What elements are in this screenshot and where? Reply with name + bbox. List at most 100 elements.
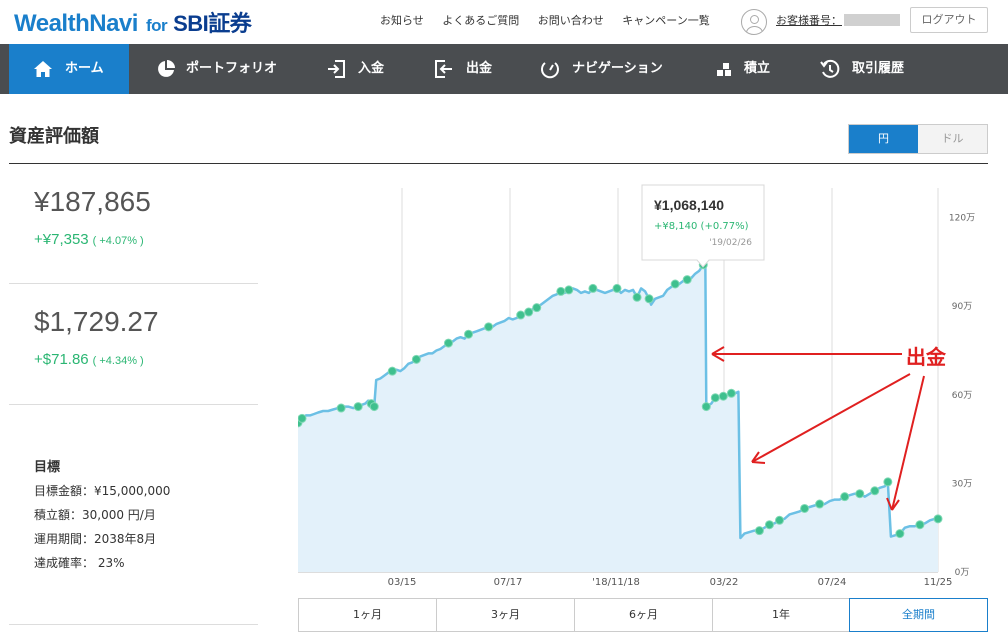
utility-links: お知らせ よくあるご質問 お問い合わせ キャンペーン一覧 [380,12,725,28]
data-point [532,303,542,313]
nav-savings[interactable]: 積立 [700,44,790,94]
data-point [516,310,526,320]
link-news[interactable]: お知らせ [380,14,424,27]
data-point [754,526,764,536]
section-divider [9,163,988,164]
goal-target-amount: 目標金額：¥15,000,000 [34,484,171,498]
period-6m-button[interactable]: 6ヶ月 [575,599,713,631]
nav-withdraw-label: 出金 [466,61,493,76]
data-point [612,283,622,293]
data-point [484,322,494,332]
main-nav: ホーム ポートフォリオ 入金 出金 ナビゲーション 積立 取引履歴 [0,44,1008,94]
top-header: WealthNavi for SBI証券 お知らせ よくあるご質問 お問い合わせ キ… [0,0,1008,44]
currency-usd-button[interactable]: ドル [918,125,987,153]
data-point [443,338,453,348]
pie-chart-icon [158,60,175,77]
x-tick-label: 03/15 [388,577,417,588]
gauge-icon [541,62,559,79]
nav-history[interactable]: 取引履歴 [806,44,926,94]
data-point [353,402,363,412]
logo-partner: SBI証券 [173,11,252,36]
period-1y-button[interactable]: 1年 [713,599,850,631]
usd-gain-percent: ( +4.34% ) [92,355,144,367]
data-point [682,275,692,285]
goal-heading: 目標 [34,460,61,475]
nav-home-label: ホーム [65,61,104,76]
data-point [336,403,346,413]
data-point [710,393,720,403]
goal-probability: 達成確率： 23% [34,556,125,570]
withdraw-icon [435,60,452,78]
nav-navigation-label: ナビゲーション [572,61,663,76]
y-tick-label: 90万 [952,302,972,312]
data-point [632,292,642,302]
data-point [840,492,850,502]
data-point [895,529,905,539]
data-point [855,489,865,499]
data-point [800,503,810,513]
nav-deposit[interactable]: 入金 [312,44,402,94]
period-3m-button[interactable]: 3ヶ月 [437,599,575,631]
tooltip: ¥1,068,140 +¥8,140 (+0.77%) '19/02/26 [641,184,765,268]
data-point [883,477,893,487]
x-tick-label: 07/24 [818,577,847,588]
data-point [915,520,925,530]
nav-savings-label: 積立 [744,61,771,76]
nav-portfolio[interactable]: ポートフォリオ [140,44,290,94]
x-tick-label: '18/11/18 [592,577,640,588]
data-point [524,307,534,317]
summary-divider [9,283,258,284]
goal-monthly-amount: 積立額：30,000 円/月 [34,508,156,522]
link-contact[interactable]: お問い合わせ [538,14,604,27]
data-point [933,514,943,524]
logo[interactable]: WealthNavi for SBI証券 [14,6,252,38]
nav-home[interactable]: ホーム [9,44,129,94]
blocks-icon [717,63,731,76]
y-tick-label: 60万 [952,391,972,401]
data-point [588,283,598,293]
x-tick-label: 07/17 [494,577,523,588]
goal-period: 運用期間：2038年8月 [34,532,157,546]
currency-toggle: 円 ドル [848,124,988,154]
annotation-arrow [751,373,911,463]
nav-history-label: 取引履歴 [852,61,905,76]
usd-total-amount: $1,729.27 [34,306,159,337]
nav-withdraw[interactable]: 出金 [420,44,510,94]
series-area [298,256,938,572]
data-point [701,402,711,412]
nav-portfolio-label: ポートフォリオ [186,61,278,76]
tooltip-change: +¥8,140 (+0.77%) [654,221,749,232]
data-point [870,486,880,496]
annotation-arrow [891,375,925,511]
period-1m-button[interactable]: 1ヶ月 [299,599,437,631]
page-title: 資産評価額 [9,126,99,147]
jpy-gain-percent: ( +4.07% ) [92,235,144,247]
customer-number[interactable]: お客様番号： [776,12,900,28]
asset-value-chart[interactable]: 0万 30万 60万 90万 120万 03/15 07/17 '18/11/18 03/22 0… [298,180,998,590]
jpy-gain-value: +¥7,353 [34,231,89,248]
logout-button[interactable]: ログアウト [910,7,988,33]
x-tick-label: 03/22 [710,577,739,588]
logo-main: WealthNavi [14,10,138,37]
period-all-button[interactable]: 全期間 [849,598,988,632]
user-avatar-icon[interactable] [741,9,767,35]
nav-navigation[interactable]: ナビゲーション [528,44,678,94]
currency-yen-button[interactable]: 円 [849,125,918,153]
link-campaigns[interactable]: キャンペーン一覧 [622,14,709,27]
data-point [775,515,785,525]
data-point [564,285,574,295]
y-tick-label: 30万 [952,479,972,489]
x-tick-label: 11/25 [924,577,953,588]
link-faq[interactable]: よくあるご質問 [442,14,519,27]
data-point [718,391,728,401]
nav-deposit-label: 入金 [358,61,385,76]
data-point [411,354,421,364]
logo-for: for [145,16,168,35]
usd-gain: +$71.86( +4.34% ) [34,351,144,368]
y-tick-label: 120万 [949,214,975,224]
data-point [387,366,397,376]
customer-number-label: お客様番号： [776,14,842,27]
data-point [764,520,774,530]
data-point [298,413,307,423]
period-selector: 1ヶ月 3ヶ月 6ヶ月 1年 全期間 [298,598,988,632]
